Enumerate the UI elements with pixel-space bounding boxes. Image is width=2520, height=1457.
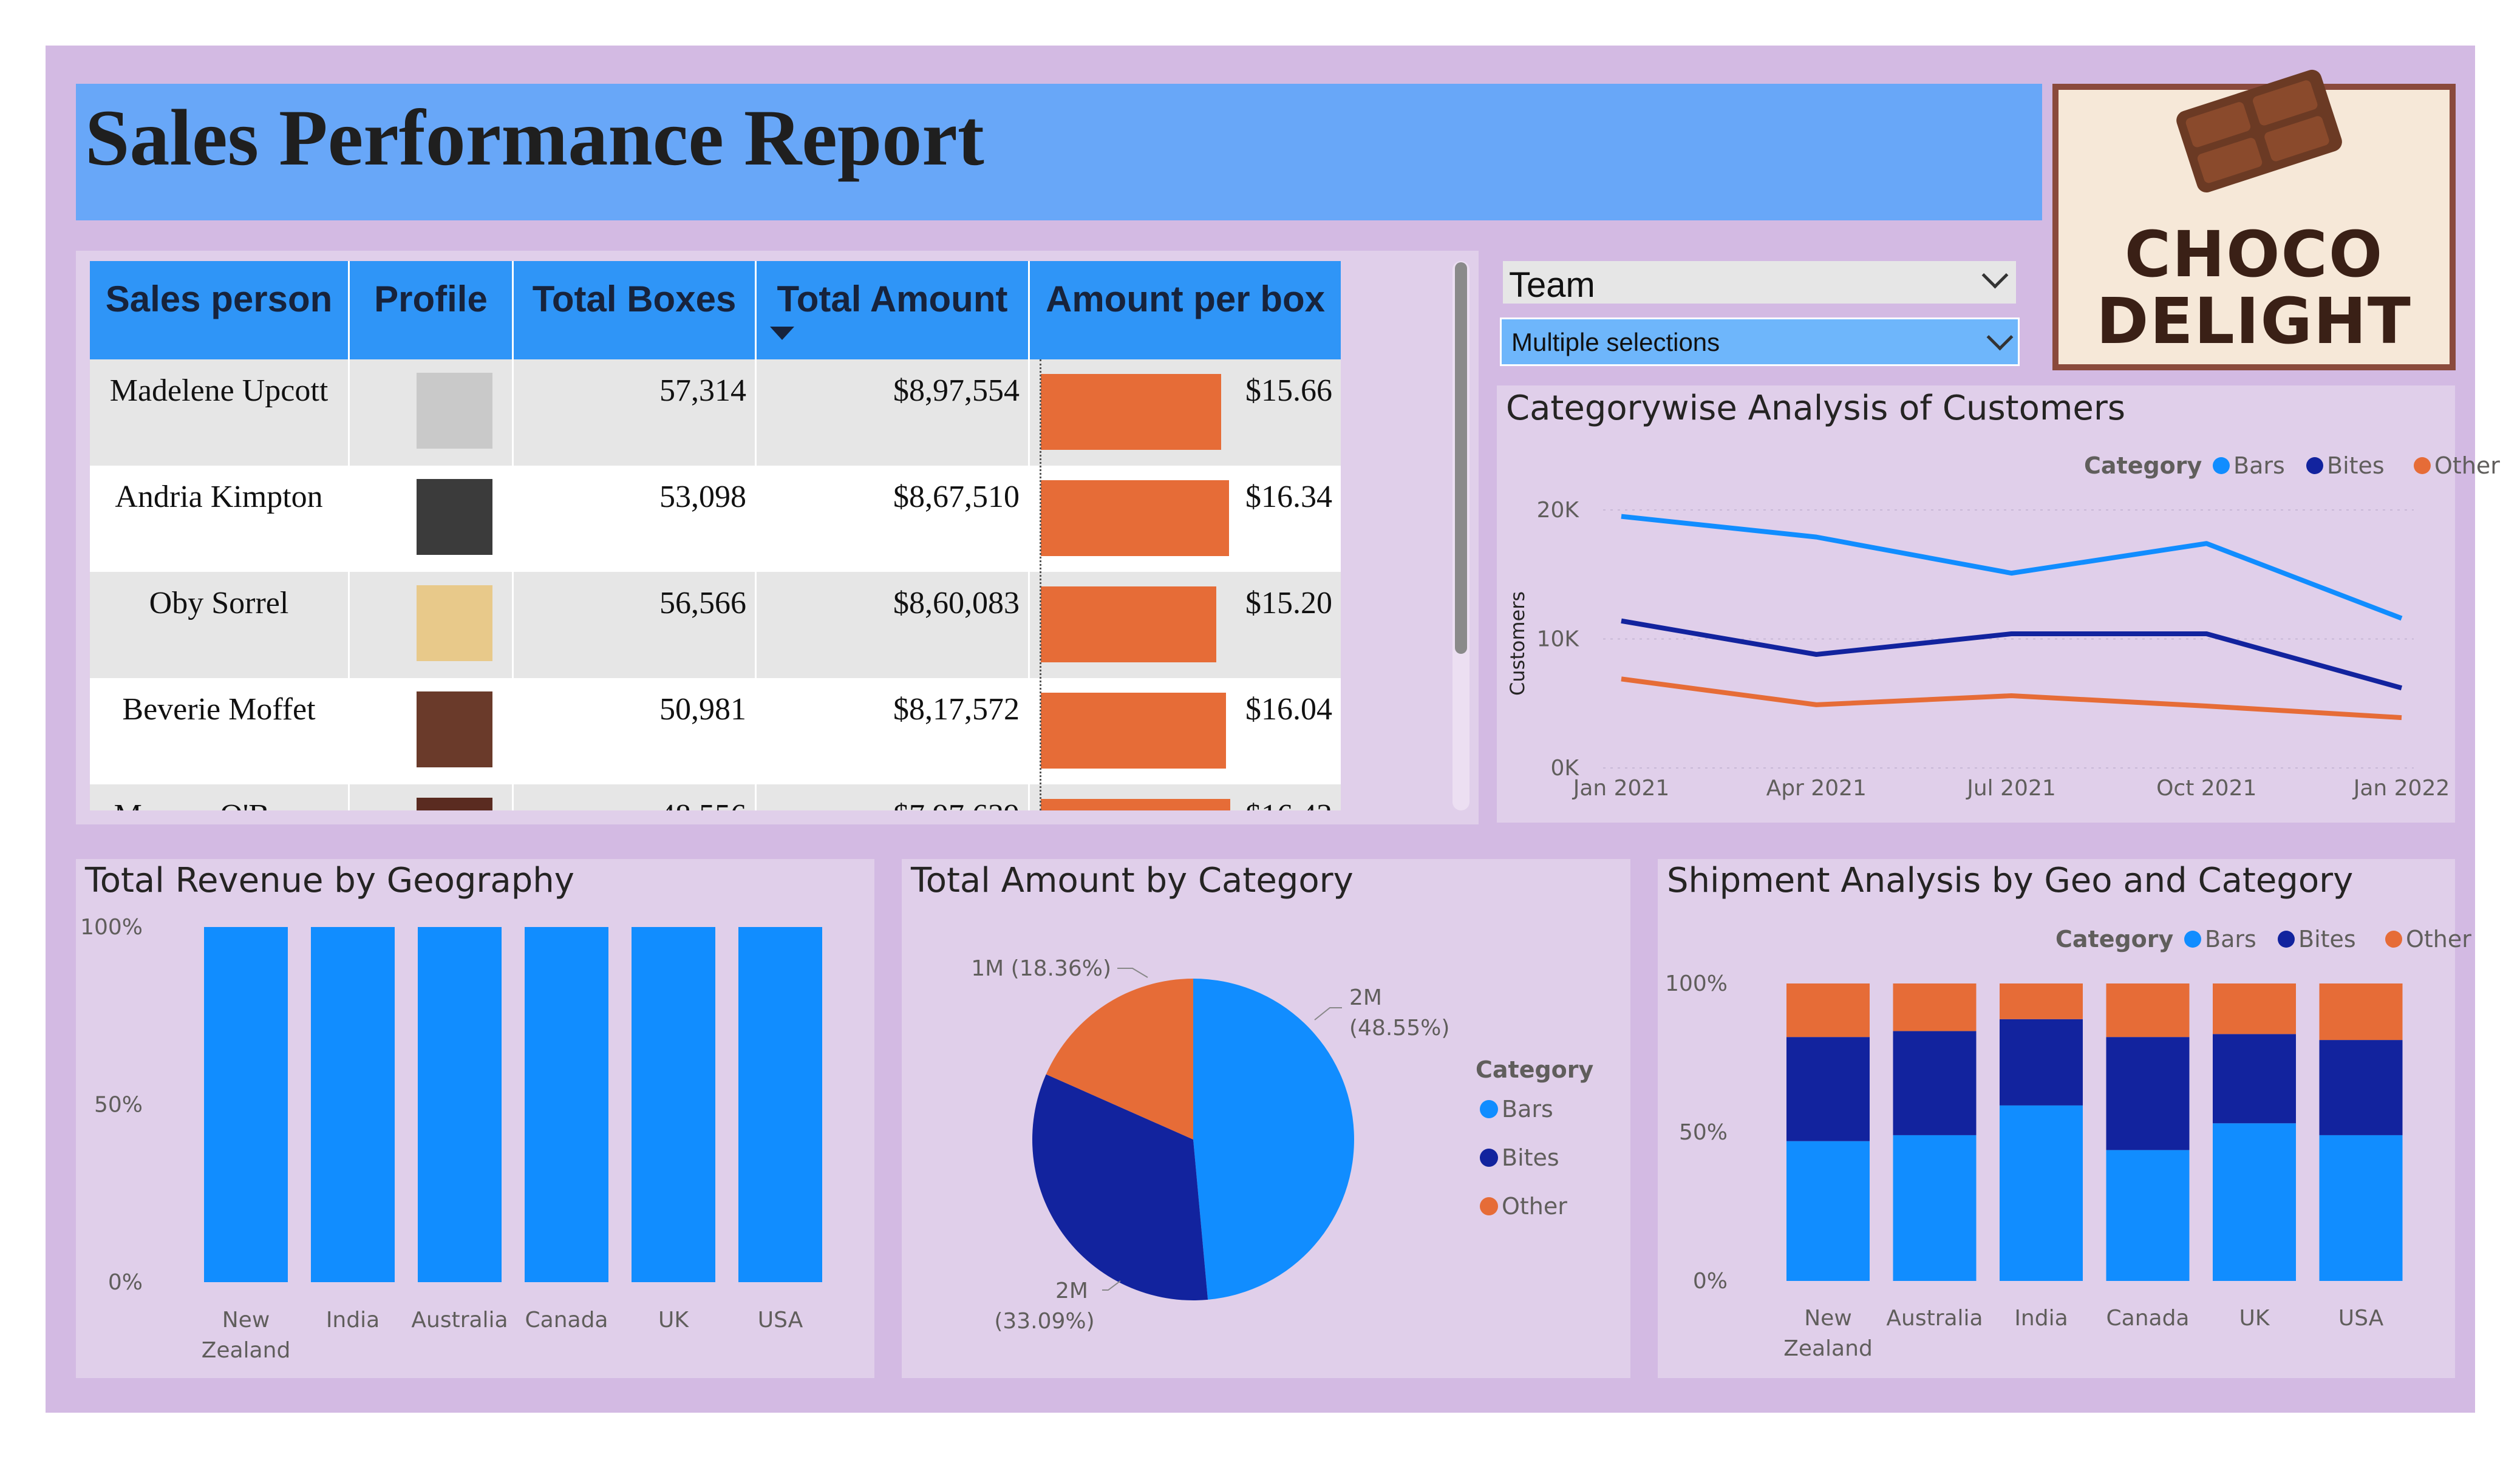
stack-segment-bars <box>2106 1150 2190 1281</box>
stack-segment-other <box>2000 983 2083 1019</box>
x-tick-label: Canada <box>2106 1306 2190 1331</box>
stack-segment-bars <box>2213 1123 2296 1281</box>
legend-marker-other <box>2385 931 2402 948</box>
x-tick-label: India <box>2014 1306 2068 1331</box>
stack-segment-bars <box>2000 1105 2083 1281</box>
stack-segment-other <box>2213 983 2296 1034</box>
x-tick-label: UK <box>2239 1306 2270 1331</box>
stack-segment-bars <box>1786 1141 1870 1281</box>
stack-segment-bars <box>1893 1135 1977 1281</box>
stack-segment-other <box>1893 983 1977 1031</box>
stacked-bar-chart: 0% 50% 100% New Zealand Australia India Canada U… <box>1665 926 2471 1361</box>
y-tick-label: 0% <box>1693 1269 1728 1294</box>
stack-segment-bites <box>2319 1040 2403 1135</box>
legend-marker-bars <box>2184 931 2201 948</box>
stack-segment-bites <box>2106 1037 2190 1150</box>
y-tick-label: 100% <box>1665 971 1728 996</box>
legend-label-other: Other <box>2406 926 2471 953</box>
x-tick-label: Zealand <box>1783 1336 1873 1361</box>
legend-label-bites: Bites <box>2298 926 2356 953</box>
stack-segment-bites <box>1893 1031 1977 1135</box>
stack-segment-bites <box>2213 1034 2296 1124</box>
stack-segment-bites <box>2000 1019 2083 1105</box>
stack-segment-other <box>2319 983 2403 1041</box>
stack-segment-bites <box>1786 1037 1870 1141</box>
legend-marker-bites <box>2278 931 2295 948</box>
legend-title: Category <box>2055 926 2174 953</box>
x-tick-label: Australia <box>1886 1306 1983 1331</box>
x-tick-label: New <box>1804 1306 1852 1331</box>
x-tick-label: USA <box>2338 1306 2384 1331</box>
y-tick-label: 50% <box>1679 1120 1728 1145</box>
stack-segment-other <box>2106 983 2190 1038</box>
stack-segment-bars <box>2319 1135 2403 1281</box>
stack-segment-other <box>1786 983 1870 1038</box>
legend-label-bars: Bars <box>2205 926 2256 953</box>
